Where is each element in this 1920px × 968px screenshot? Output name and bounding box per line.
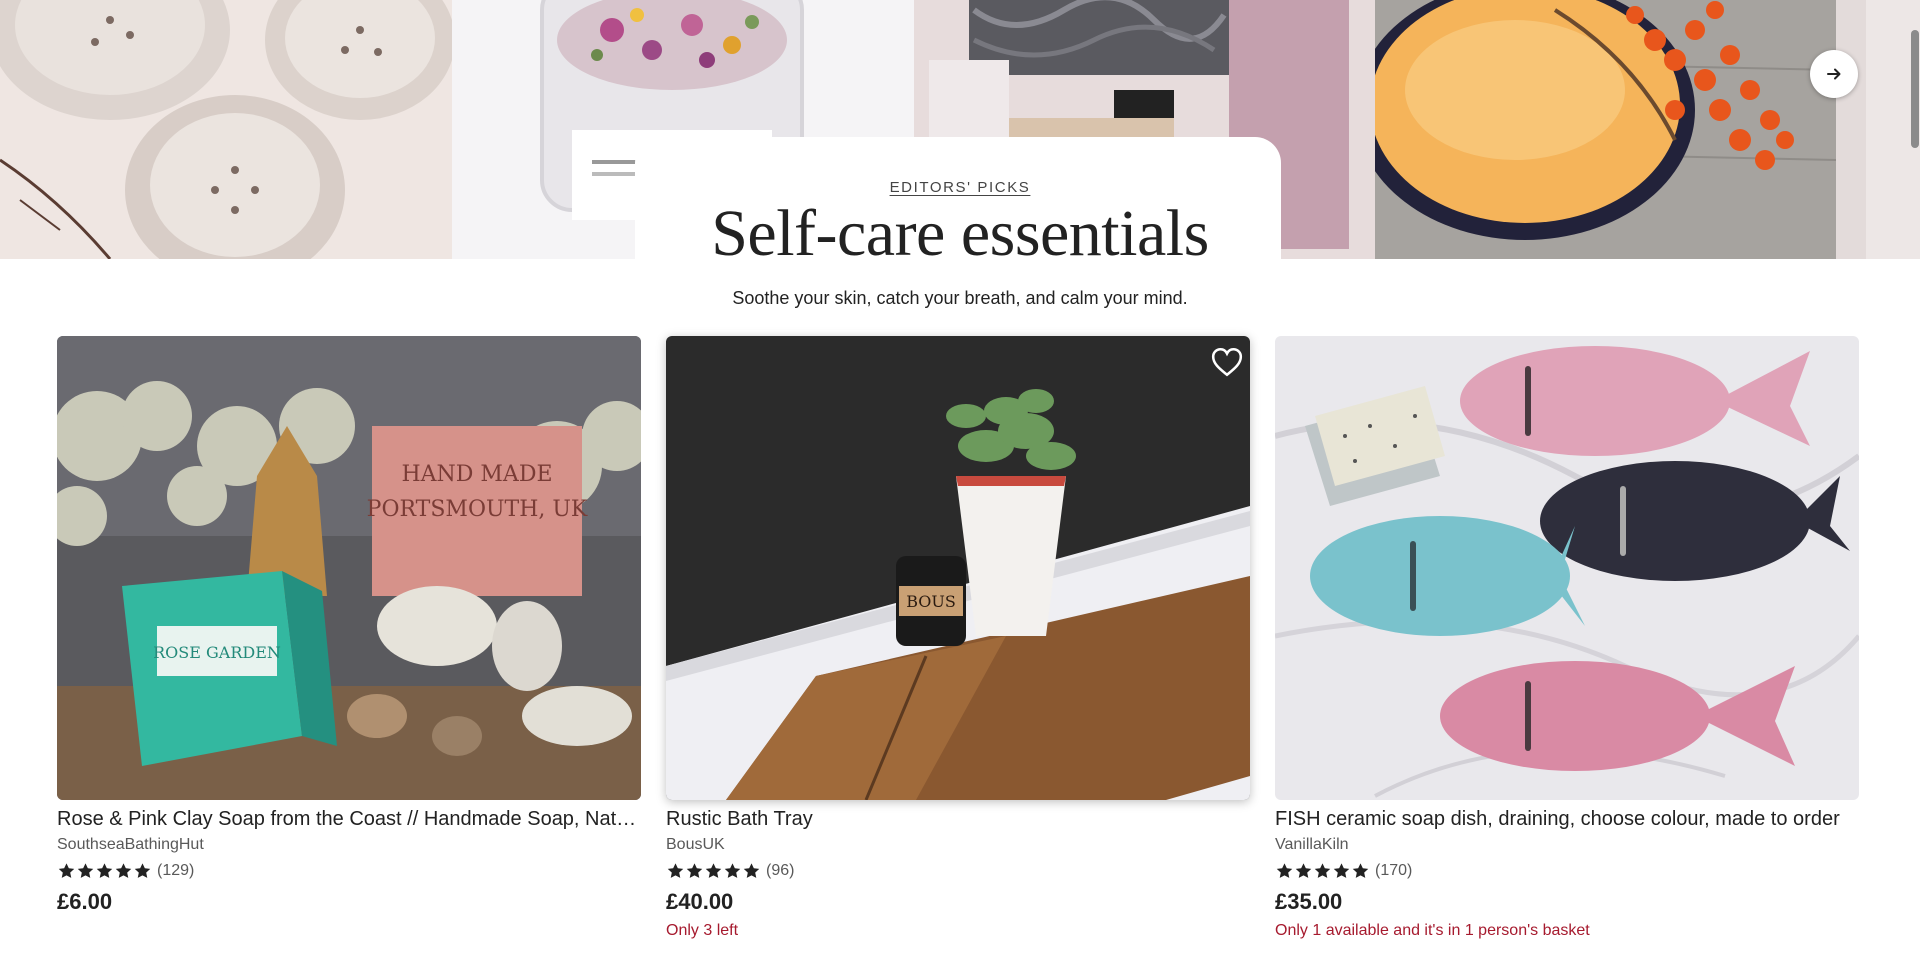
svg-text:PORTSMOUTH, UK: PORTSMOUTH, UK bbox=[367, 497, 588, 522]
listing-card[interactable]: HAND MADE PORTSMOUTH, UK ROSE GARDEN Ros… bbox=[57, 336, 641, 915]
listing-rating: (129) bbox=[57, 861, 641, 881]
review-count: (96) bbox=[766, 862, 795, 879]
listing-shop-name[interactable]: SouthseaBathingHut bbox=[57, 835, 641, 855]
star-icon bbox=[724, 863, 741, 878]
listing-photo-bath-tray[interactable]: BOUS bbox=[666, 336, 1250, 800]
star-icon bbox=[134, 863, 151, 878]
listing-photo-fish-soap-dish[interactable] bbox=[1275, 336, 1859, 800]
listing-shop-name[interactable]: VanillaKiln bbox=[1275, 835, 1859, 855]
star-icon bbox=[1333, 863, 1350, 878]
star-icon bbox=[1314, 863, 1331, 878]
star-icon bbox=[58, 863, 75, 878]
page-scrollbar[interactable] bbox=[1910, 0, 1920, 968]
star-icon bbox=[743, 863, 760, 878]
listing-price: £40.00 bbox=[666, 889, 734, 914]
listing-title[interactable]: FISH ceramic soap dish, draining, choose… bbox=[1275, 807, 1859, 831]
listing-card[interactable]: BOUS Rustic Bath Tray BousUK (96) £40.00… bbox=[666, 336, 1250, 941]
stock-warning: Only 1 available and it's in 1 person's … bbox=[1275, 922, 1590, 939]
star-rating bbox=[666, 862, 761, 880]
listing-rating: (96) bbox=[666, 861, 1250, 881]
scrollbar-thumb[interactable] bbox=[1911, 30, 1919, 148]
listing-title[interactable]: Rustic Bath Tray bbox=[666, 807, 1250, 831]
star-rating bbox=[1275, 862, 1370, 880]
review-count: (129) bbox=[157, 862, 195, 879]
listing-price: £6.00 bbox=[57, 889, 113, 914]
stock-warning: Only 3 left bbox=[666, 922, 739, 939]
listing-photo-rose-soap[interactable]: HAND MADE PORTSMOUTH, UK ROSE GARDEN bbox=[57, 336, 641, 800]
svg-text:ROSE GARDEN: ROSE GARDEN bbox=[153, 643, 281, 662]
listing-shop-name[interactable]: BousUK bbox=[666, 835, 1250, 855]
listing-price: £35.00 bbox=[1275, 889, 1343, 914]
section-title: Self-care essentials bbox=[711, 197, 1209, 270]
svg-text:BOUS: BOUS bbox=[906, 592, 956, 611]
star-icon bbox=[1295, 863, 1312, 878]
star-rating bbox=[57, 862, 152, 880]
listing-rating: (170) bbox=[1275, 861, 1859, 881]
star-icon bbox=[1276, 863, 1293, 878]
listing-card[interactable]: FISH ceramic soap dish, draining, choose… bbox=[1275, 336, 1859, 941]
editors-picks-link[interactable]: EDITORS' PICKS bbox=[0, 179, 1920, 196]
star-icon bbox=[705, 863, 722, 878]
star-icon bbox=[77, 863, 94, 878]
section-subtitle: Soothe your skin, catch your breath, and… bbox=[732, 288, 1188, 308]
listing-title[interactable]: Rose & Pink Clay Soap from the Coast // … bbox=[57, 807, 641, 831]
star-icon bbox=[96, 863, 113, 878]
star-icon bbox=[686, 863, 703, 878]
star-icon bbox=[115, 863, 132, 878]
svg-text:HAND MADE: HAND MADE bbox=[401, 462, 552, 487]
star-icon bbox=[667, 863, 684, 878]
review-count: (170) bbox=[1375, 862, 1413, 879]
arrow-right-icon bbox=[1827, 68, 1841, 80]
hand-cursor-icon bbox=[1224, 368, 1250, 800]
carousel-next-button[interactable] bbox=[1810, 50, 1858, 98]
star-icon bbox=[1352, 863, 1369, 878]
